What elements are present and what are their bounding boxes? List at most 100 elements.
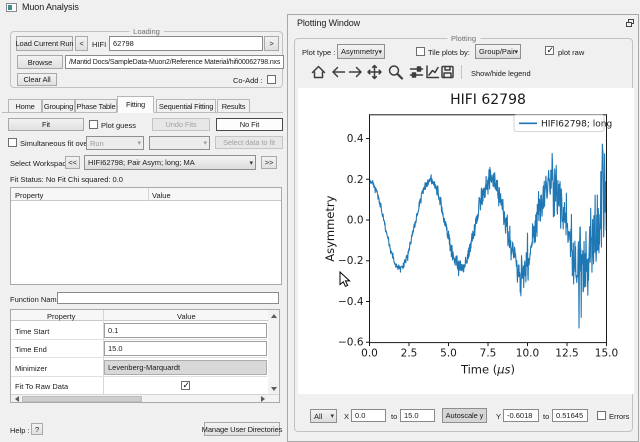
float-window-icon[interactable] bbox=[626, 19, 635, 27]
scroll-down-icon[interactable] bbox=[269, 384, 278, 393]
previous-run-button[interactable]: < bbox=[75, 36, 88, 51]
coadd-checkbox[interactable] bbox=[267, 75, 276, 84]
svg-text:15.0: 15.0 bbox=[595, 348, 618, 360]
function-browser-header: Property Value bbox=[11, 188, 281, 201]
subplots-config-icon[interactable] bbox=[408, 64, 425, 80]
x-max-input[interactable]: 15.0 bbox=[400, 409, 435, 422]
next-run-button[interactable]: > bbox=[264, 36, 279, 51]
simultaneous-fit-checkbox[interactable] bbox=[8, 138, 17, 147]
select-data-to-fit-button[interactable]: Select data to fit bbox=[215, 136, 283, 149]
header-property: Property bbox=[15, 191, 43, 200]
browse-button[interactable]: Browse bbox=[17, 55, 63, 69]
tile-plots-checkbox[interactable] bbox=[416, 47, 425, 56]
fit-settings-table[interactable]: Property Value Time Start 0.1 Time End 1… bbox=[10, 309, 280, 403]
plot-scope-combo[interactable]: All bbox=[310, 409, 337, 423]
zoom-icon[interactable] bbox=[387, 64, 404, 80]
manage-user-directories-button[interactable]: Manage User Directories bbox=[204, 422, 280, 436]
muon-window-icon bbox=[6, 3, 17, 12]
tab-grouping[interactable]: Grouping bbox=[42, 99, 75, 113]
autoscale-y-button[interactable]: Autoscale y bbox=[442, 408, 487, 423]
header-property: Property bbox=[47, 312, 75, 321]
settings-row-property: Time End bbox=[15, 345, 47, 354]
fit-to-raw-data-checkbox[interactable] bbox=[181, 381, 190, 390]
scroll-right-icon[interactable] bbox=[258, 395, 267, 402]
function-name-label: Function Name bbox=[10, 295, 61, 304]
tile-plots-label: Tile plots by: bbox=[428, 48, 470, 57]
x-min-input[interactable]: 0.0 bbox=[351, 409, 386, 422]
tab-home[interactable]: Home bbox=[8, 99, 42, 113]
fit-status-text: Fit Status: No Fit Chi squared: 0.0 bbox=[10, 175, 123, 184]
errors-checkbox[interactable] bbox=[597, 411, 606, 420]
help-button[interactable]: ? bbox=[31, 423, 43, 435]
y-min-input[interactable]: -0.6018 bbox=[503, 409, 539, 422]
svg-text:Asymmetry: Asymmetry bbox=[323, 195, 337, 261]
header-value: Value bbox=[152, 191, 171, 200]
show-hide-legend-button[interactable]: Show/hide legend bbox=[471, 69, 531, 78]
muon-window-title: Muon Analysis bbox=[22, 2, 79, 12]
no-fit-button[interactable]: No Fit bbox=[216, 118, 283, 131]
plot-type-combo[interactable]: Asymmetry bbox=[337, 44, 385, 59]
svg-text:0.2: 0.2 bbox=[347, 174, 364, 186]
loading-group-legend: Loading bbox=[129, 27, 164, 36]
settings-vscrollbar[interactable] bbox=[268, 310, 279, 394]
y-range-label: Y bbox=[496, 412, 501, 421]
load-current-run-button[interactable]: Load Current Run bbox=[16, 36, 73, 51]
function-name-input[interactable] bbox=[57, 292, 279, 304]
scroll-up-icon[interactable] bbox=[269, 311, 278, 320]
tab-results[interactable]: Results bbox=[217, 99, 250, 113]
y-to-label: to bbox=[543, 412, 549, 421]
svg-text:0.4: 0.4 bbox=[347, 133, 364, 145]
tab-sequential-fitting[interactable]: Sequential Fitting bbox=[156, 99, 216, 113]
function-browser[interactable]: Property Value bbox=[10, 187, 282, 285]
svg-text:HIFI 62798: HIFI 62798 bbox=[450, 92, 526, 108]
plot-raw-checkbox[interactable] bbox=[545, 46, 554, 55]
svg-text:HIFI62798; long: HIFI62798; long bbox=[541, 120, 612, 130]
settings-header: Property Value bbox=[11, 310, 279, 321]
loading-group: Loading Load Current Run < HIFI 62798 > … bbox=[10, 31, 283, 88]
svg-text:−0.2: −0.2 bbox=[338, 255, 364, 267]
pan-icon[interactable] bbox=[366, 64, 383, 80]
plotting-window-title: Plotting Window bbox=[297, 18, 360, 28]
home-icon[interactable] bbox=[310, 64, 327, 80]
toolbar-separator bbox=[461, 65, 462, 79]
workspace-combo[interactable]: HIFI62798; Pair Asym; long; MA bbox=[84, 155, 256, 170]
run-number-input[interactable]: 62798 bbox=[109, 36, 263, 51]
workspace-next-button[interactable]: >> bbox=[261, 156, 277, 169]
instrument-label: HIFI bbox=[92, 40, 106, 49]
time-end-input[interactable]: 15.0 bbox=[104, 341, 267, 356]
select-workspace-label: Select Workspace bbox=[10, 159, 70, 168]
tab-fitting[interactable]: Fitting bbox=[117, 96, 154, 113]
tab-phase-table[interactable]: Phase Table bbox=[75, 99, 117, 113]
svg-text:−0.6: −0.6 bbox=[338, 337, 364, 349]
settings-row-property: Fit To Raw Data bbox=[15, 382, 68, 391]
plot-figure[interactable]: 0.02.55.07.510.012.515.00.40.20.0−0.2−0.… bbox=[298, 88, 634, 394]
svg-text:0.0: 0.0 bbox=[347, 215, 364, 227]
svg-text:−0.4: −0.4 bbox=[338, 296, 364, 308]
svg-text:2.5: 2.5 bbox=[401, 348, 418, 360]
settings-row-property: Time Start bbox=[15, 327, 49, 336]
muon-analysis-window: Muon Analysis Loading Load Current Run <… bbox=[0, 0, 285, 442]
svg-text:0.0: 0.0 bbox=[361, 348, 378, 360]
simultaneous-fit-label: Simultaneous fit over bbox=[20, 139, 90, 148]
settings-row-property: Minimizer bbox=[15, 364, 47, 373]
y-max-input[interactable]: 0.51645 bbox=[552, 409, 588, 422]
tile-by-combo[interactable]: Group/Pair bbox=[475, 44, 521, 59]
simultaneous-group-combo[interactable] bbox=[149, 136, 210, 150]
plotting-group: Plotting Plot type : Asymmetry Tile plot… bbox=[294, 38, 633, 432]
fit-button[interactable]: Fit bbox=[8, 118, 84, 131]
minimizer-combo[interactable]: Levenberg-Marquardt bbox=[104, 360, 267, 375]
plot-guess-checkbox[interactable] bbox=[89, 120, 98, 129]
hscroll-thumb[interactable] bbox=[22, 396, 142, 402]
simultaneous-run-combo[interactable]: Run bbox=[86, 136, 144, 150]
save-icon[interactable] bbox=[439, 64, 456, 80]
clear-all-button[interactable]: Clear All bbox=[17, 73, 57, 86]
file-path-field[interactable]: /Mantid Docs/SampleData-Muon2/Reference … bbox=[65, 55, 284, 69]
back-icon[interactable] bbox=[330, 64, 347, 80]
scroll-left-icon[interactable] bbox=[12, 395, 21, 402]
header-value: Value bbox=[177, 312, 196, 321]
workspace-prev-button[interactable]: << bbox=[65, 156, 80, 169]
undo-fits-button[interactable]: Undo Fits bbox=[152, 118, 210, 131]
time-start-input[interactable]: 0.1 bbox=[104, 323, 267, 338]
forward-icon[interactable] bbox=[347, 64, 364, 80]
plot-type-label: Plot type : bbox=[302, 48, 335, 57]
